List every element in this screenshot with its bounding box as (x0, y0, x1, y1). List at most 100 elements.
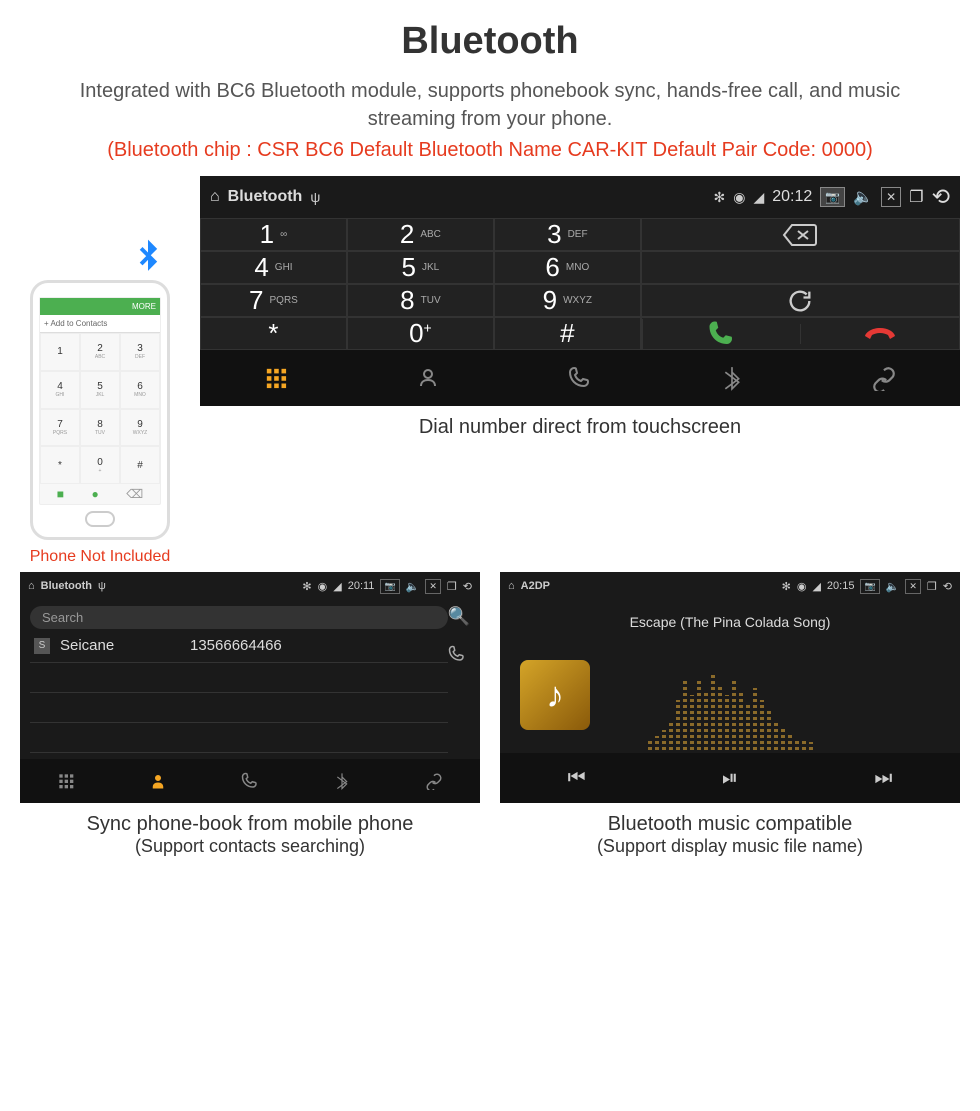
album-art-icon: ♪ (520, 660, 590, 730)
track-title: Escape (The Pina Colada Song) (630, 614, 831, 630)
back-icon[interactable]: ⟲ (932, 184, 950, 210)
location-icon: ◉ (318, 580, 328, 593)
contact-row-empty (30, 693, 448, 723)
key-#[interactable]: # (494, 317, 641, 350)
back-icon[interactable]: ⟲ (463, 580, 472, 593)
music-controls: ⏮ ⏯ ⏭ (500, 753, 960, 803)
refresh-button[interactable] (641, 284, 960, 317)
phone-key-6: 6MNO (120, 371, 160, 409)
recent-apps-icon[interactable]: ❐ (447, 580, 457, 593)
close-icon[interactable]: ✕ (425, 579, 441, 594)
contacts-statusbar: ⌂ Bluetooth ψ ✻ ◉ ◢ 20:11 📷 🔈 ✕ ❐ ⟲ (20, 572, 480, 600)
contact-number: 13566664466 (190, 637, 282, 654)
location-icon: ◉ (733, 189, 745, 206)
phone-backspace-icon: ⌫ (126, 487, 143, 501)
key-*[interactable]: * (200, 317, 347, 350)
key-5[interactable]: 5JKL (347, 251, 494, 284)
screenshot-icon[interactable]: 📷 (820, 187, 845, 207)
phone-video-icon: ■ (57, 487, 64, 501)
phone-topbar: MORE (40, 298, 160, 315)
phone-key-3: 3DEF (120, 333, 160, 371)
specs-text: (Bluetooth chip : CSR BC6 Default Blueto… (0, 139, 980, 162)
phone-key-4: 4GHI (40, 371, 80, 409)
wifi-icon: ◢ (333, 580, 341, 593)
key-2[interactable]: 2ABC (347, 218, 494, 251)
empty-action (641, 251, 960, 284)
tab-keypad[interactable] (200, 350, 352, 406)
search-input[interactable]: Search (30, 606, 448, 629)
tab-contacts[interactable] (112, 759, 204, 803)
tab-bluetooth[interactable] (296, 759, 388, 803)
phone-key-9: 9WXYZ (120, 409, 160, 447)
tab-bluetooth[interactable] (656, 350, 808, 406)
screenshot-icon[interactable]: 📷 (380, 579, 399, 594)
phone-key-0: 0+ (80, 446, 120, 484)
music-statusbar: ⌂ A2DP ✻ ◉ ◢ 20:15 📷 🔈 ✕ ❐ ⟲ (500, 572, 960, 600)
home-icon[interactable]: ⌂ (28, 580, 35, 592)
music-screen: ⌂ A2DP ✻ ◉ ◢ 20:15 📷 🔈 ✕ ❐ ⟲ Escape (The… (500, 572, 960, 803)
tab-contacts[interactable] (352, 350, 504, 406)
wifi-icon: ◢ (753, 189, 764, 206)
playpause-button[interactable]: ⏯ (653, 753, 806, 803)
key-1[interactable]: 1∞ (200, 218, 347, 251)
contact-row[interactable]: S Seicane 13566664466 (30, 629, 448, 663)
dialer-statusbar: ⌂ Bluetooth ψ ✻ ◉ ◢ 20:12 📷 🔈 ✕ ❐ ⟲ (200, 176, 960, 218)
home-icon[interactable]: ⌂ (508, 580, 515, 592)
tab-keypad[interactable] (20, 759, 112, 803)
contact-badge: S (34, 638, 50, 654)
screenshot-icon[interactable]: 📷 (860, 579, 879, 594)
contact-row-empty (30, 663, 448, 693)
key-9[interactable]: 9WXYZ (494, 284, 641, 317)
contacts-caption: Sync phone-book from mobile phone (Suppo… (20, 813, 480, 857)
key-0[interactable]: 0+ (347, 317, 494, 350)
phone-caption: Phone Not Included (30, 548, 171, 566)
backspace-button[interactable] (641, 218, 960, 251)
phone-key-1: 1 (40, 333, 80, 371)
clock: 20:12 (772, 188, 812, 206)
usb-icon: ψ (310, 189, 320, 205)
phone-device: MORE + Add to Contacts 12ABC3DEF 4GHI5JKL… (30, 280, 170, 540)
status-title: Bluetooth (228, 188, 303, 206)
next-button[interactable]: ⏭ (807, 753, 960, 803)
contacts-screen: ⌂ Bluetooth ψ ✻ ◉ ◢ 20:11 📷 🔈 ✕ ❐ ⟲ Sear (20, 572, 480, 803)
close-icon[interactable]: ✕ (881, 187, 901, 207)
phone-key-8: 8TUV (80, 409, 120, 447)
tab-history[interactable] (204, 759, 296, 803)
back-icon[interactable]: ⟲ (943, 580, 952, 593)
status-title: A2DP (521, 580, 550, 592)
phone-call-icon: ● (92, 487, 99, 501)
hangup-button[interactable] (800, 324, 959, 344)
call-icon[interactable] (448, 645, 470, 663)
call-button[interactable] (642, 319, 801, 349)
volume-icon[interactable]: 🔈 (886, 580, 900, 593)
key-4[interactable]: 4GHI (200, 251, 347, 284)
clock: 20:15 (827, 580, 855, 592)
key-7[interactable]: 7PQRS (200, 284, 347, 317)
bluetooth-signal-icon (126, 236, 170, 280)
bluetooth-icon: ✻ (714, 189, 726, 206)
status-title: Bluetooth (41, 580, 92, 592)
phone-add-contacts: + Add to Contacts (40, 315, 160, 333)
recent-apps-icon[interactable]: ❐ (927, 580, 937, 593)
tab-history[interactable] (504, 350, 656, 406)
page-title: Bluetooth (0, 20, 980, 63)
volume-icon[interactable]: 🔈 (853, 187, 873, 207)
volume-icon[interactable]: 🔈 (406, 580, 420, 593)
phone-mockup-column: MORE + Add to Contacts 12ABC3DEF 4GHI5JKL… (20, 236, 180, 566)
phone-key-5: 5JKL (80, 371, 120, 409)
key-6[interactable]: 6MNO (494, 251, 641, 284)
phone-key-2: 2ABC (80, 333, 120, 371)
prev-button[interactable]: ⏮ (500, 753, 653, 803)
home-icon[interactable]: ⌂ (210, 188, 220, 206)
phone-key-*: * (40, 446, 80, 484)
refresh-icon[interactable] (448, 681, 470, 699)
dialer-caption: Dial number direct from touchscreen (200, 416, 960, 439)
search-icon[interactable]: 🔍 (448, 606, 470, 627)
bluetooth-icon: ✻ (302, 580, 311, 593)
tab-link[interactable] (388, 759, 480, 803)
key-8[interactable]: 8TUV (347, 284, 494, 317)
close-icon[interactable]: ✕ (905, 579, 921, 594)
key-3[interactable]: 3DEF (494, 218, 641, 251)
tab-link[interactable] (808, 350, 960, 406)
recent-apps-icon[interactable]: ❐ (909, 187, 923, 207)
